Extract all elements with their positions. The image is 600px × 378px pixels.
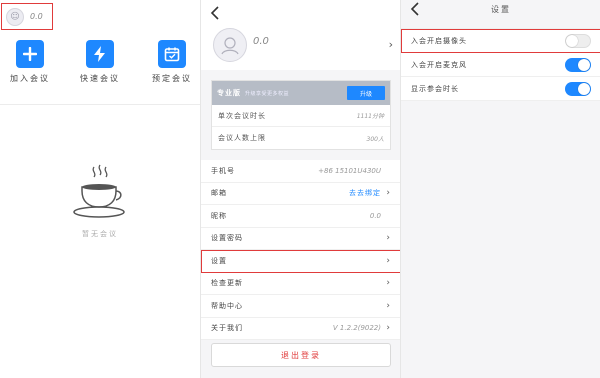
app-version: V 1.2.2(9022) (332, 324, 381, 333)
camera-on-join-row: 入会开启摄像头 (401, 29, 600, 53)
calendar-icon (158, 40, 186, 68)
meeting-duration-row: 单次会议时长 1111分钟 (212, 105, 390, 127)
logout-button[interactable]: 退出登录 (211, 343, 391, 367)
user-name: 0.0 (253, 36, 269, 47)
about-us-row[interactable]: 关于我们 V 1.2.2(9022) › (201, 318, 400, 340)
chevron-right-icon: › (388, 38, 393, 51)
schedule-meeting-button[interactable]: 预定会议 (142, 40, 200, 84)
nickname-label: 昵称 (211, 211, 227, 220)
participant-limit-row: 会议人数上限 300人 (212, 127, 390, 149)
show-duration-row: 显示参会时长 (401, 77, 600, 101)
chevron-right-icon: › (386, 188, 391, 199)
set-password-label: 设置密码 (211, 234, 243, 243)
about-us-label: 关于我们 (211, 324, 243, 333)
camera-on-join-label: 入会开启摄像头 (411, 36, 467, 45)
email-row[interactable]: 邮箱 去去绑定 › (201, 183, 400, 205)
settings-label: 设置 (211, 256, 227, 265)
home-screen: ☺ 0.0 加入会议 快速会议 预定会议 暂无会议 (0, 0, 200, 378)
user-profile-entry[interactable]: ☺ 0.0 (1, 3, 53, 30)
join-meeting-button[interactable]: 加入会议 (0, 40, 60, 84)
quick-meeting-button[interactable]: 快速会议 (70, 40, 130, 84)
upgrade-button[interactable]: 升级 (347, 86, 385, 100)
help-center-row[interactable]: 帮助中心 › (201, 295, 400, 318)
coffee-cup-icon (73, 164, 125, 218)
meeting-list-area: 暂无会议 (0, 105, 200, 377)
mic-on-join-label: 入会开启麦克风 (411, 60, 467, 69)
check-update-label: 检查更新 (211, 279, 243, 288)
profile-screen: 0.0 › 专业版 升级享受更多权益 升级 单次会议时长 1111分钟 会议人数… (200, 0, 400, 378)
membership-title: 专业版 (217, 89, 241, 97)
back-arrow-icon[interactable] (209, 5, 223, 21)
chevron-right-icon: › (386, 255, 391, 266)
lightning-icon (86, 40, 114, 68)
chevron-right-icon: › (386, 300, 391, 311)
plus-icon (16, 40, 44, 68)
mic-on-join-row: 入会开启麦克风 (401, 53, 600, 77)
avatar (213, 28, 247, 62)
chevron-right-icon: › (386, 278, 391, 289)
page-title: 设置 (491, 5, 511, 14)
meeting-duration-value: 1111分钟 (356, 113, 384, 120)
meeting-duration-label: 单次会议时长 (218, 111, 266, 120)
user-name: 0.0 (30, 12, 43, 21)
show-duration-toggle[interactable] (565, 81, 591, 96)
profile-header[interactable]: 0.0 › (201, 0, 400, 70)
membership-card-header: 专业版 升级享受更多权益 升级 (212, 81, 390, 105)
participant-limit-label: 会议人数上限 (218, 134, 266, 142)
phone-value: +86 15101U430U (318, 166, 381, 175)
chevron-right-icon: › (386, 323, 391, 334)
chevron-right-icon: › (386, 233, 391, 244)
schedule-meeting-label: 预定会议 (152, 74, 192, 83)
help-center-label: 帮助中心 (211, 301, 243, 310)
settings-list: 入会开启摄像头 入会开启麦克风 显示参会时长 (401, 28, 600, 101)
profile-menu-list: 手机号 +86 15101U430U 邮箱 去去绑定 › 昵称 0.0 设置密码… (201, 160, 400, 340)
empty-state-text: 暂无会议 (82, 230, 118, 238)
phone-label: 手机号 (211, 166, 235, 175)
phone-row: 手机号 +86 15101U430U (201, 160, 400, 183)
membership-desc: 升级享受更多权益 (245, 90, 290, 97)
join-meeting-label: 加入会议 (10, 74, 50, 83)
show-duration-label: 显示参会时长 (411, 84, 459, 93)
nickname-row[interactable]: 昵称 0.0 (201, 205, 400, 228)
participant-limit-value: 300人 (366, 135, 384, 143)
home-header: ☺ 0.0 加入会议 快速会议 预定会议 (0, 0, 200, 105)
membership-card: 专业版 升级享受更多权益 升级 单次会议时长 1111分钟 会议人数上限 300… (211, 80, 391, 150)
settings-screen: 设置 入会开启摄像头 入会开启麦克风 显示参会时长 (400, 0, 600, 378)
quick-meeting-label: 快速会议 (80, 74, 120, 83)
email-label: 邮箱 (211, 189, 227, 198)
settings-row[interactable]: 设置 › (201, 250, 400, 273)
camera-on-join-toggle[interactable] (565, 33, 591, 48)
avatar: ☺ (6, 7, 24, 26)
set-password-row[interactable]: 设置密码 › (201, 228, 400, 250)
nickname-value: 0.0 (369, 211, 381, 220)
email-bind-link[interactable]: 去去绑定 (349, 188, 381, 198)
mic-on-join-toggle[interactable] (565, 57, 591, 72)
check-update-row[interactable]: 检查更新 › (201, 273, 400, 295)
